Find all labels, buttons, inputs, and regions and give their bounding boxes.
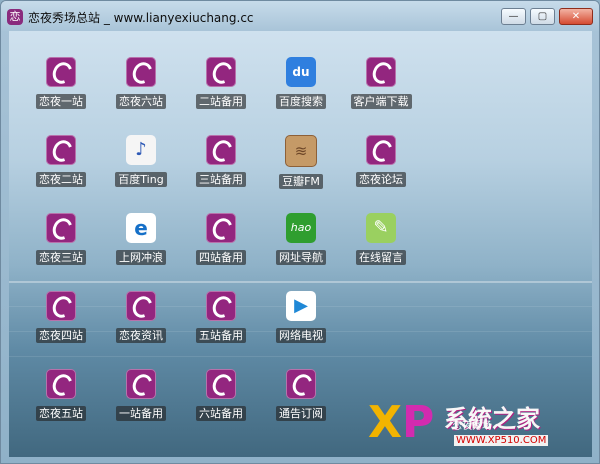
brand-icon xyxy=(46,135,76,165)
shortcut-label: 恋夜资讯 xyxy=(116,328,166,343)
watermark-xp: XP xyxy=(368,397,435,448)
maximize-icon: ▢ xyxy=(537,11,548,22)
desktop-area: 恋夜一站 恋夜六站 二站备用 du 百度搜索 客户端下载恋夜二站 ♪ 百度Ting 三站备用 ≋ 豆… xyxy=(9,31,592,457)
shortcut-label: 网络电视 xyxy=(276,328,326,343)
minimize-button[interactable]: — xyxy=(501,8,526,25)
internet-explorer-icon: e xyxy=(126,213,156,243)
brand-icon xyxy=(126,291,156,321)
maximize-button[interactable]: ▢ xyxy=(530,8,555,25)
brand-icon xyxy=(206,213,236,243)
shortcut-label: 四站备用 xyxy=(196,250,246,265)
desktop-shortcut[interactable]: 恋夜五站 xyxy=(25,363,97,433)
desktop-shortcut[interactable]: hao 网址导航 xyxy=(265,207,337,277)
desktop-shortcut[interactable]: 客户端下载 xyxy=(345,51,417,121)
shortcut-label: 恋夜四站 xyxy=(36,328,86,343)
shortcut-label: 百度Ting xyxy=(115,172,167,187)
desktop-shortcut[interactable]: du 百度搜索 xyxy=(265,51,337,121)
brand-icon xyxy=(46,291,76,321)
shortcut-label: 网址导航 xyxy=(276,250,326,265)
shortcut-label: 上网冲浪 xyxy=(116,250,166,265)
close-icon: ✕ xyxy=(571,11,581,22)
shortcut-label: 一站备用 xyxy=(116,406,166,421)
desktop-shortcut[interactable]: e 上网冲浪 xyxy=(105,207,177,277)
shortcut-label: 三站备用 xyxy=(196,172,246,187)
brand-icon xyxy=(126,369,156,399)
watermark-url: WWW.XP510.COM xyxy=(454,435,549,446)
shortcut-label: 在线留言 xyxy=(356,250,406,265)
brand-icon xyxy=(366,135,396,165)
water-line xyxy=(9,356,592,357)
brand-icon xyxy=(126,57,156,87)
title-bar[interactable]: 恋 恋夜秀场总站 _ www.lianyexiuchang.cc — ▢ ✕ xyxy=(1,1,599,31)
brand-icon xyxy=(206,291,236,321)
desktop-shortcut[interactable]: 恋夜三站 xyxy=(25,207,97,277)
shortcut-label: 恋夜一站 xyxy=(36,94,86,109)
desktop-shortcut[interactable]: 恋夜一站 xyxy=(25,51,97,121)
music-note-icon: ♪ xyxy=(126,135,156,165)
desktop-shortcut[interactable]: 二站备用 xyxy=(185,51,257,121)
baidu-search-icon: du xyxy=(286,57,316,87)
shortcut-label: 恋夜论坛 xyxy=(356,172,406,187)
notepad-icon: ✎ xyxy=(366,213,396,243)
desktop-shortcut[interactable]: 恋夜四站 xyxy=(25,285,97,355)
watermark-small-text: 恋夜秀场 xyxy=(452,421,492,432)
shortcut-label: 恋夜六站 xyxy=(116,94,166,109)
shortcut-label: 客户端下载 xyxy=(350,94,412,109)
app-window: 恋 恋夜秀场总站 _ www.lianyexiuchang.cc — ▢ ✕ 恋… xyxy=(0,0,600,464)
shortcut-label: 百度搜索 xyxy=(276,94,326,109)
desktop-shortcut[interactable]: 恋夜六站 xyxy=(105,51,177,121)
shortcut-label: 豆瓣FM xyxy=(279,174,323,189)
horizon-line xyxy=(9,281,592,283)
brand-icon xyxy=(286,369,316,399)
desktop-shortcut[interactable]: ✎ 在线留言 xyxy=(345,207,417,277)
brand-icon xyxy=(46,213,76,243)
window-controls: — ▢ ✕ xyxy=(501,8,593,25)
hao-icon: hao xyxy=(286,213,316,243)
desktop-shortcut[interactable]: 五站备用 xyxy=(185,285,257,355)
shortcut-label: 通告订阅 xyxy=(276,406,326,421)
desktop-shortcut[interactable]: ♪ 百度Ting xyxy=(105,129,177,199)
brand-icon xyxy=(46,57,76,87)
desktop-shortcut[interactable]: 恋夜论坛 xyxy=(345,129,417,199)
desktop-shortcut[interactable]: 恋夜资讯 xyxy=(105,285,177,355)
tv-play-icon: ▶ xyxy=(286,291,316,321)
shortcut-label: 二站备用 xyxy=(196,94,246,109)
shortcut-label: 六站备用 xyxy=(196,406,246,421)
desktop-shortcut[interactable]: ▶ 网络电视 xyxy=(265,285,337,355)
app-logo-icon: 恋 xyxy=(7,9,23,25)
shortcut-label: 恋夜二站 xyxy=(36,172,86,187)
brand-icon xyxy=(206,135,236,165)
shortcut-label: 恋夜五站 xyxy=(36,406,86,421)
desktop-shortcut[interactable]: 一站备用 xyxy=(105,363,177,433)
desktop-shortcut[interactable]: 通告订阅 xyxy=(265,363,337,433)
desktop-shortcut[interactable]: 六站备用 xyxy=(185,363,257,433)
brand-icon xyxy=(366,57,396,87)
desktop-shortcut[interactable]: ≋ 豆瓣FM xyxy=(265,129,337,199)
brand-icon xyxy=(46,369,76,399)
watermark-logo: XP 系統之家 恋夜秀场 WWW.XP510.COM xyxy=(368,395,588,453)
radio-icon: ≋ xyxy=(285,135,317,167)
close-button[interactable]: ✕ xyxy=(559,8,593,25)
shortcut-label: 恋夜三站 xyxy=(36,250,86,265)
minimize-icon: — xyxy=(508,11,519,22)
shortcut-label: 五站备用 xyxy=(196,328,246,343)
desktop-shortcut[interactable]: 三站备用 xyxy=(185,129,257,199)
brand-icon xyxy=(206,57,236,87)
brand-icon xyxy=(206,369,236,399)
window-title: 恋夜秀场总站 _ www.lianyexiuchang.cc xyxy=(28,11,254,25)
desktop-shortcut[interactable]: 四站备用 xyxy=(185,207,257,277)
desktop-shortcut[interactable]: 恋夜二站 xyxy=(25,129,97,199)
